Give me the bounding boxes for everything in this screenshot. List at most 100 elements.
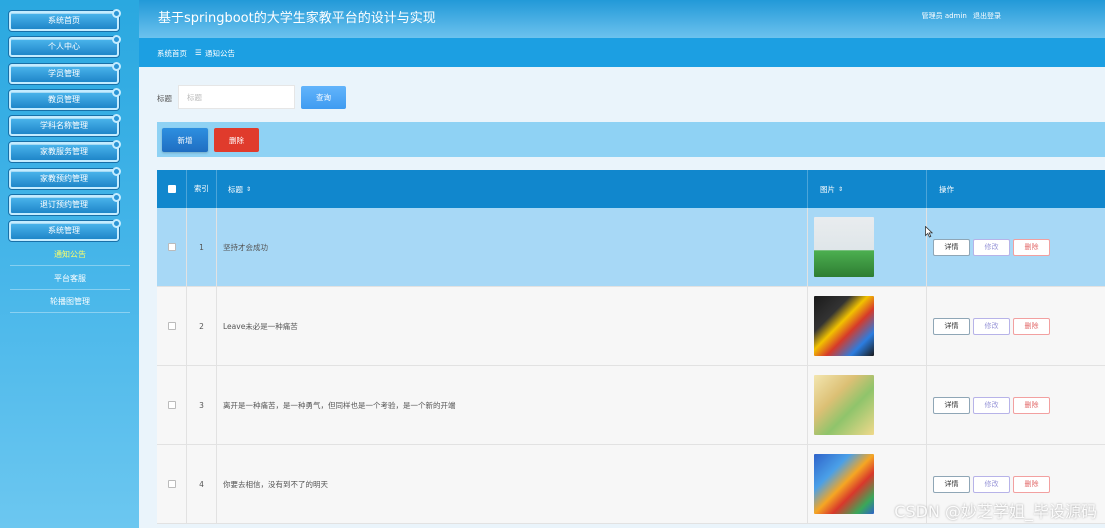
row-index: 4 [187,445,217,523]
search-button[interactable]: 查询 [301,86,346,109]
sidebar-item-label: 学科名称管理 [40,121,88,130]
app-title: 基于springboot的大学生家教平台的设计与实现 [158,11,436,26]
table-row[interactable]: 2 Leave未必是一种痛苦 详情 修改 删除 [157,287,1105,366]
sidebar-item-label: 教员管理 [48,95,80,104]
ornament-icon [112,62,121,71]
ornament-icon [112,114,121,123]
table-header: 索引 标题 ⇕ 图片 ⇕ 操作 [157,170,1105,208]
row-select-cell [157,208,187,286]
breadcrumb: 系统首页 ☰ 通知公告 [139,38,1105,67]
submenu-item-support[interactable]: 平台客服 [10,268,130,290]
edit-button[interactable]: 修改 [973,238,1010,256]
view-button[interactable]: 详情 [933,238,970,256]
row-select-cell [157,366,187,444]
row-delete-button[interactable]: 删除 [1013,238,1050,256]
select-all-checkbox[interactable] [167,185,176,193]
row-index: 3 [187,366,217,444]
submenu-item-carousel[interactable]: 轮播图管理 [10,291,130,313]
column-title-label: 标题 [228,184,243,194]
delete-button[interactable]: 删除 [214,128,259,152]
row-index: 1 [187,208,217,286]
edit-button[interactable]: 修改 [973,396,1010,414]
sidebar-item-tutors[interactable]: 教员管理 [9,88,121,110]
toolbar: 新增 删除 [157,122,1105,157]
row-thumbnail-image[interactable] [814,375,874,435]
row-index: 2 [187,287,217,365]
row-select-cell [157,287,187,365]
sidebar-item-label: 个人中心 [48,42,80,51]
row-image-cell [808,287,927,365]
table-row[interactable]: 1 坚持才会成功 详情 修改 删除 [157,208,1105,287]
sidebar-item-home[interactable]: 系统首页 [9,9,121,31]
sidebar-item-label: 系统管理 [48,226,80,235]
edit-button[interactable]: 修改 [973,317,1010,335]
row-delete-button[interactable]: 删除 [1013,396,1050,414]
row-select-cell [157,445,187,523]
sidebar-item-label: 家教预约管理 [40,174,88,183]
sort-icon: ⇕ [246,185,252,193]
row-actions: 详情 修改 删除 [927,366,1105,444]
sidebar-item-profile[interactable]: 个人中心 [9,35,121,57]
column-image[interactable]: 图片 ⇕ [808,170,927,208]
sidebar-item-label: 退订预约管理 [40,200,88,209]
column-title[interactable]: 标题 ⇕ [217,170,808,208]
header: 基于springboot的大学生家教平台的设计与实现 管理员 admin 退出登… [139,0,1105,38]
ornament-icon [112,35,121,44]
select-all-cell [157,170,187,208]
ornament-icon [112,167,121,176]
menu-icon: ☰ [195,48,202,57]
logout-link[interactable]: 退出登录 [973,12,1001,20]
submenu-item-notices[interactable]: 通知公告 [10,244,130,266]
watermark: CSDN @妙芝学姐_毕设源码 [894,502,1097,521]
column-index: 索引 [187,170,217,208]
ornament-icon [112,219,121,228]
breadcrumb-home[interactable]: 系统首页 [157,48,187,59]
row-title: 坚持才会成功 [217,208,808,286]
row-image-cell [808,208,927,286]
breadcrumb-current: 通知公告 [205,49,235,58]
ornament-icon [112,193,121,202]
column-actions: 操作 [939,184,954,194]
data-table: 索引 标题 ⇕ 图片 ⇕ 操作 1 坚持才会成功 详情 修改 删除 2 Leav… [157,170,1105,528]
mouse-cursor-icon [925,226,933,238]
sidebar-item-cancellations[interactable]: 退订预约管理 [9,193,121,215]
add-button[interactable]: 新增 [162,128,208,152]
ornament-icon [112,140,121,149]
row-title: Leave未必是一种痛苦 [217,287,808,365]
edit-button[interactable]: 修改 [973,475,1010,493]
row-delete-button[interactable]: 删除 [1013,317,1050,335]
view-button[interactable]: 详情 [933,475,970,493]
row-thumbnail-image[interactable] [814,454,874,514]
sidebar-item-label: 学员管理 [48,69,80,78]
ornament-icon [112,9,121,18]
user-label: 管理员 admin [921,12,967,20]
sort-icon: ⇕ [838,185,844,193]
sidebar-item-label: 家教服务管理 [40,147,88,156]
row-actions: 详情 修改 删除 [927,208,1105,286]
view-button[interactable]: 详情 [933,396,970,414]
row-checkbox[interactable] [167,480,176,488]
sidebar-item-students[interactable]: 学员管理 [9,62,121,84]
view-button[interactable]: 详情 [933,317,970,335]
sidebar-item-subjects[interactable]: 学科名称管理 [9,114,121,136]
row-checkbox[interactable] [167,243,176,251]
ornament-icon [112,88,121,97]
row-thumbnail-image[interactable] [814,217,874,277]
table-row[interactable]: 3 离开是一种痛苦，是一种勇气，但同样也是一个考验，是一个新的开端 详情 修改 … [157,366,1105,445]
search-label: 标题 [157,94,172,103]
row-checkbox[interactable] [167,401,176,409]
row-title: 你要去相信，没有到不了的明天 [217,445,808,523]
row-checkbox[interactable] [167,322,176,330]
row-delete-button[interactable]: 删除 [1013,475,1050,493]
sidebar-item-bookings[interactable]: 家教预约管理 [9,167,121,189]
sidebar-item-system[interactable]: 系统管理 [9,219,121,241]
user-area: 管理员 admin 退出登录 [918,11,1001,21]
sidebar-item-label: 系统首页 [48,16,80,25]
column-image-label: 图片 [820,184,835,194]
search-input[interactable] [178,85,295,109]
sidebar-item-services[interactable]: 家教服务管理 [9,140,121,162]
row-actions: 详情 修改 删除 [927,287,1105,365]
row-title: 离开是一种痛苦，是一种勇气，但同样也是一个考验，是一个新的开端 [217,366,808,444]
sidebar: 系统首页 个人中心 学员管理 教员管理 学科名称管理 家教服务管理 家教预约管理… [0,0,139,528]
row-thumbnail-image[interactable] [814,296,874,356]
